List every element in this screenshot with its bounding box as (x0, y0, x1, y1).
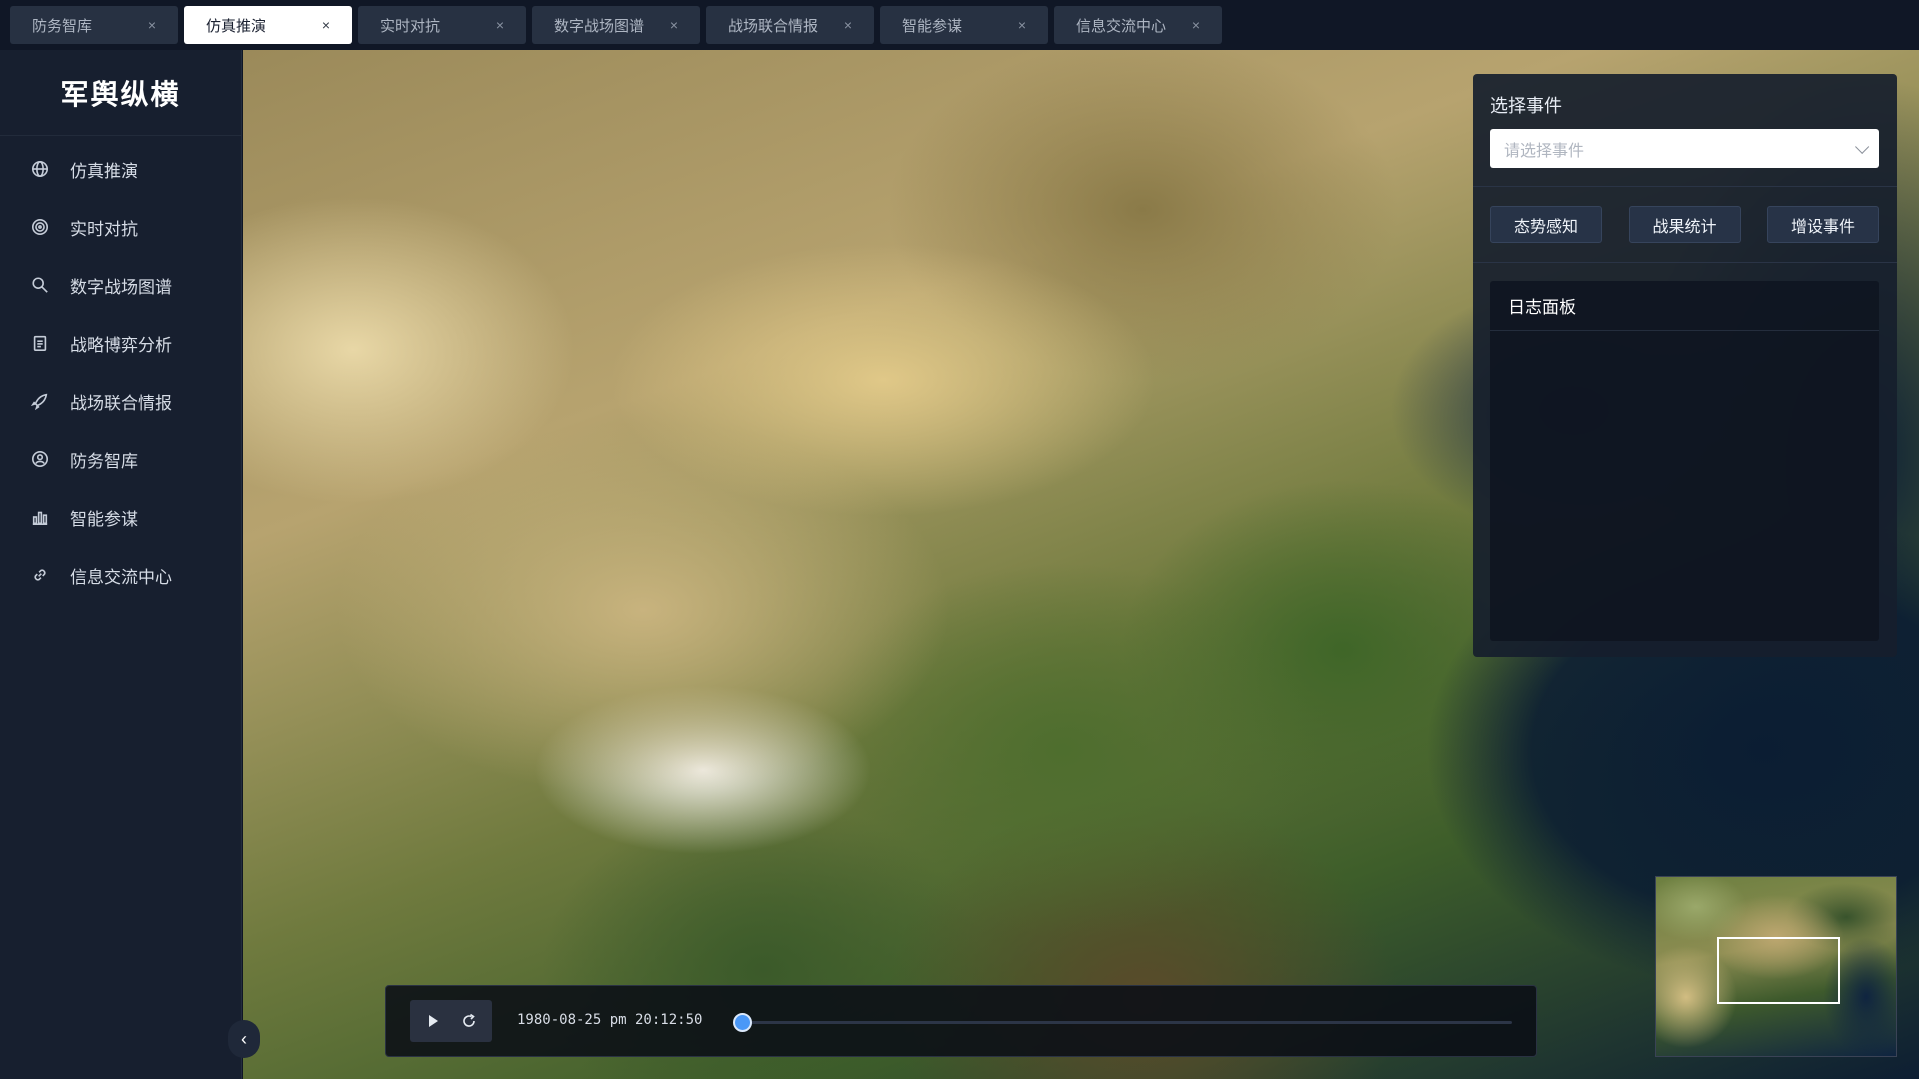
timeline-track[interactable] (733, 1013, 1512, 1032)
reset-button[interactable] (457, 1009, 481, 1033)
battle-stats-button[interactable]: 战果统计 (1628, 206, 1741, 243)
sidebar-item-label: 仿真推演 (70, 161, 138, 181)
tab-info-exchange[interactable]: 信息交流中心 × (1054, 6, 1222, 44)
tab-digital-battlefield-map[interactable]: 数字战场图谱 × (532, 6, 700, 44)
sidebar-item-joint-intel[interactable]: 战场联合情报 (0, 372, 241, 430)
close-icon[interactable]: × (496, 17, 504, 33)
playback-bar: 1980-08-25 pm 20:12:50 (385, 985, 1537, 1057)
tab-label: 智能参谋 (902, 17, 963, 35)
close-icon[interactable]: × (670, 17, 678, 33)
sidebar-item-realtime[interactable]: 实时对抗 (0, 198, 241, 256)
sidebar-item-strategy-analysis[interactable]: 战略博弈分析 (0, 314, 241, 372)
sidebar-item-think-tank[interactable]: 防务智库 (0, 430, 241, 488)
tab-label: 实时对抗 (380, 17, 441, 35)
target-icon (30, 217, 50, 237)
sidebar: 军舆纵横 仿真推演 实时对抗 数字战场图谱 战略博弈分析 战场联合情报 防务智库… (0, 50, 242, 1079)
panel-title: 选择事件 (1490, 96, 1562, 116)
select-placeholder: 请选择事件 (1504, 142, 1585, 160)
sidebar-item-digital-map[interactable]: 数字战场图谱 (0, 256, 241, 314)
log-panel-title: 日志面板 (1490, 281, 1879, 331)
globe-icon (30, 159, 50, 179)
sidebar-item-label: 数字战场图谱 (70, 277, 172, 297)
event-select[interactable]: 请选择事件 (1490, 129, 1879, 168)
sidebar-item-label: 防务智库 (70, 451, 138, 471)
link-icon (30, 565, 50, 585)
timeline-handle[interactable] (733, 1013, 752, 1032)
tab-label: 防务智库 (32, 17, 93, 35)
log-panel[interactable]: 日志面板 (1490, 281, 1879, 641)
close-icon[interactable]: × (844, 17, 852, 33)
sidebar-item-smart-staff[interactable]: 智能参谋 (0, 488, 241, 546)
tab-label: 数字战场图谱 (554, 17, 645, 35)
sidebar-collapse-button[interactable]: ‹ (228, 1020, 260, 1058)
tab-defense-think-tank[interactable]: 防务智库 × (10, 6, 178, 44)
playback-timestamp: 1980-08-25 pm 20:12:50 (517, 1012, 703, 1028)
refresh-icon (462, 1013, 475, 1027)
app-logo: 军舆纵横 (0, 50, 241, 136)
chevron-down-icon (1855, 139, 1870, 154)
sidebar-item-label: 战场联合情报 (70, 393, 172, 413)
action-buttons: 态势感知 战果统计 增设事件 (1490, 206, 1879, 243)
tab-bar: 防务智库 × 仿真推演 × 实时对抗 × 数字战场图谱 × 战场联合情报 × 智… (0, 0, 1919, 50)
event-panel: 选择事件 请选择事件 态势感知 战果统计 增设事件 日志面板 (1473, 74, 1897, 657)
viewport-indicator[interactable] (1717, 937, 1840, 1004)
close-icon[interactable]: × (322, 17, 330, 33)
tab-realtime-confrontation[interactable]: 实时对抗 × (358, 6, 526, 44)
tab-label: 战场联合情报 (728, 17, 819, 35)
sidebar-item-label: 实时对抗 (70, 219, 138, 239)
divider (1473, 262, 1897, 263)
close-icon[interactable]: × (148, 17, 156, 33)
sidebar-menu: 仿真推演 实时对抗 数字战场图谱 战略博弈分析 战场联合情报 防务智库 智能参谋… (0, 136, 241, 604)
divider (1473, 186, 1897, 187)
play-button[interactable] (421, 1009, 445, 1033)
tab-smart-staff[interactable]: 智能参谋 × (880, 6, 1048, 44)
search-icon (30, 275, 50, 295)
playback-controls (410, 1000, 492, 1042)
tab-label: 信息交流中心 (1076, 17, 1167, 35)
sidebar-item-info-exchange[interactable]: 信息交流中心 (0, 546, 241, 604)
situation-awareness-button[interactable]: 态势感知 (1490, 206, 1602, 243)
sidebar-item-label: 智能参谋 (70, 509, 138, 529)
play-icon (429, 1015, 439, 1027)
overview-minimap[interactable] (1655, 876, 1897, 1057)
tab-label: 仿真推演 (206, 17, 267, 35)
tab-simulation[interactable]: 仿真推演 × (184, 6, 352, 44)
sidebar-item-label: 战略博弈分析 (70, 335, 172, 355)
chart-icon (30, 507, 50, 527)
close-icon[interactable]: × (1018, 17, 1026, 33)
rocket-icon (30, 391, 50, 411)
add-event-button[interactable]: 增设事件 (1767, 206, 1879, 243)
sidebar-item-simulation[interactable]: 仿真推演 (0, 140, 241, 198)
tab-joint-intelligence[interactable]: 战场联合情报 × (706, 6, 874, 44)
close-icon[interactable]: × (1192, 17, 1200, 33)
clipboard-icon (30, 333, 50, 353)
user-shield-icon (30, 449, 50, 469)
sidebar-item-label: 信息交流中心 (70, 567, 172, 587)
